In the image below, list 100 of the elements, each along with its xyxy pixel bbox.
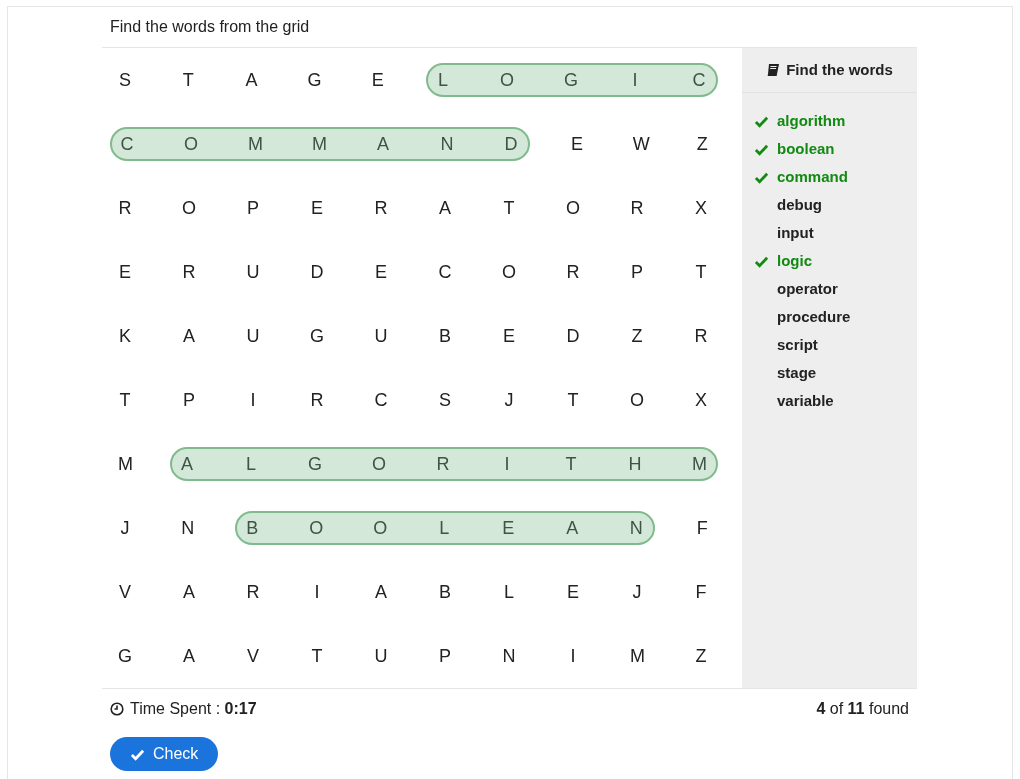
grid-letter[interactable]: S	[438, 391, 452, 409]
grid-letter[interactable]: T	[694, 263, 708, 281]
grid-letter[interactable]: A	[244, 71, 259, 89]
grid-letter[interactable]: R	[566, 263, 580, 281]
grid-letter[interactable]: T	[181, 71, 196, 89]
grid-letter[interactable]: E	[502, 327, 516, 345]
grid-letter[interactable]: R	[436, 455, 450, 473]
grid-letter[interactable]: U	[246, 327, 260, 345]
grid-letter[interactable]: T	[502, 199, 516, 217]
grid-letter[interactable]: O	[630, 391, 644, 409]
grid-letter[interactable]: U	[374, 327, 388, 345]
grid-letter[interactable]: J	[630, 583, 644, 601]
grid-letter[interactable]: O	[372, 455, 386, 473]
grid-letter[interactable]: R	[630, 199, 644, 217]
grid-letter[interactable]: N	[440, 135, 454, 153]
grid-letter[interactable]: R	[694, 327, 708, 345]
grid-letter[interactable]: A	[565, 519, 580, 537]
grid-letter[interactable]: O	[502, 263, 516, 281]
grid-letter[interactable]: R	[374, 199, 388, 217]
grid-letter[interactable]: T	[566, 391, 580, 409]
grid-letter[interactable]: T	[118, 391, 132, 409]
grid-letter[interactable]: A	[376, 135, 390, 153]
grid-letter[interactable]: H	[628, 455, 642, 473]
grid-letter[interactable]: X	[694, 199, 708, 217]
grid-letter[interactable]: P	[630, 263, 644, 281]
grid-letter[interactable]: L	[244, 455, 258, 473]
grid-letter[interactable]: M	[248, 135, 262, 153]
grid-letter[interactable]: C	[374, 391, 388, 409]
grid-letter[interactable]: V	[246, 647, 260, 665]
grid-letter[interactable]: I	[628, 71, 642, 89]
grid-letter[interactable]: F	[694, 583, 708, 601]
grid-letter[interactable]: G	[118, 647, 132, 665]
grid-letter[interactable]: B	[438, 583, 452, 601]
grid-letter[interactable]: E	[310, 199, 324, 217]
grid-letter[interactable]: F	[695, 519, 710, 537]
grid-letter[interactable]: V	[118, 583, 132, 601]
grid-letter[interactable]: E	[118, 263, 132, 281]
grid-letter[interactable]: U	[374, 647, 388, 665]
grid-letter[interactable]: G	[310, 327, 324, 345]
grid-letter[interactable]: A	[180, 455, 194, 473]
grid-letter[interactable]: C	[438, 263, 452, 281]
grid-letter[interactable]: G	[308, 455, 322, 473]
grid-letter[interactable]: I	[310, 583, 324, 601]
grid-letter[interactable]: C	[692, 71, 706, 89]
check-button[interactable]: Check	[110, 737, 219, 771]
grid-letter[interactable]: O	[566, 199, 580, 217]
grid-letter[interactable]: Z	[694, 647, 708, 665]
grid-letter[interactable]: O	[373, 519, 388, 537]
grid-letter[interactable]: O	[184, 135, 198, 153]
grid-letter[interactable]: O	[309, 519, 324, 537]
grid-letter[interactable]: B	[245, 519, 260, 537]
grid-letter[interactable]: R	[310, 391, 324, 409]
grid-letter[interactable]: L	[436, 71, 450, 89]
grid-letter[interactable]: P	[438, 647, 452, 665]
grid-letter[interactable]: P	[246, 199, 260, 217]
grid-letter[interactable]: L	[502, 583, 516, 601]
grid-letter[interactable]: B	[438, 327, 452, 345]
grid-letter[interactable]: L	[437, 519, 452, 537]
grid-letter[interactable]: M	[118, 455, 132, 473]
grid-letter[interactable]: A	[182, 583, 196, 601]
grid-letter[interactable]: R	[118, 199, 132, 217]
grid-letter[interactable]: M	[692, 455, 706, 473]
grid-letter[interactable]: U	[246, 263, 260, 281]
grid-letter[interactable]: I	[500, 455, 514, 473]
grid-letter[interactable]: M	[312, 135, 326, 153]
grid-letter[interactable]: I	[566, 647, 580, 665]
grid-letter[interactable]: T	[310, 647, 324, 665]
grid-letter[interactable]: J	[118, 519, 132, 537]
grid-letter[interactable]: Z	[630, 327, 644, 345]
grid-letter[interactable]: O	[500, 71, 514, 89]
grid-letter[interactable]: E	[374, 263, 388, 281]
grid-letter[interactable]: E	[370, 71, 385, 89]
grid-letter[interactable]: D	[504, 135, 518, 153]
grid-letter[interactable]: A	[374, 583, 388, 601]
grid-letter[interactable]: D	[566, 327, 580, 345]
grid-letter[interactable]: A	[438, 199, 452, 217]
grid-letter[interactable]: S	[118, 71, 132, 89]
grid-letter[interactable]: A	[182, 647, 196, 665]
grid-letter[interactable]: X	[694, 391, 708, 409]
grid-letter[interactable]: R	[246, 583, 260, 601]
grid-letter[interactable]: N	[502, 647, 516, 665]
grid-letter[interactable]: K	[118, 327, 132, 345]
grid-letter[interactable]: I	[246, 391, 260, 409]
grid-letter[interactable]: C	[120, 135, 134, 153]
grid-letter[interactable]: G	[564, 71, 578, 89]
grid-letter[interactable]: A	[182, 327, 196, 345]
grid-letter[interactable]: O	[182, 199, 196, 217]
grid-letter[interactable]: J	[502, 391, 516, 409]
grid-letter[interactable]: R	[182, 263, 196, 281]
grid-letter[interactable]: M	[630, 647, 644, 665]
grid-letter[interactable]: P	[182, 391, 196, 409]
grid-letter[interactable]: E	[566, 583, 580, 601]
grid-letter[interactable]: Z	[695, 135, 710, 153]
grid-letter[interactable]: N	[629, 519, 644, 537]
grid-letter[interactable]: E	[570, 135, 584, 153]
grid-letter[interactable]: D	[310, 263, 324, 281]
grid-letter[interactable]: E	[501, 519, 516, 537]
grid-letter[interactable]: G	[307, 71, 322, 89]
grid-letter[interactable]: N	[180, 519, 195, 537]
grid-letter[interactable]: T	[564, 455, 578, 473]
